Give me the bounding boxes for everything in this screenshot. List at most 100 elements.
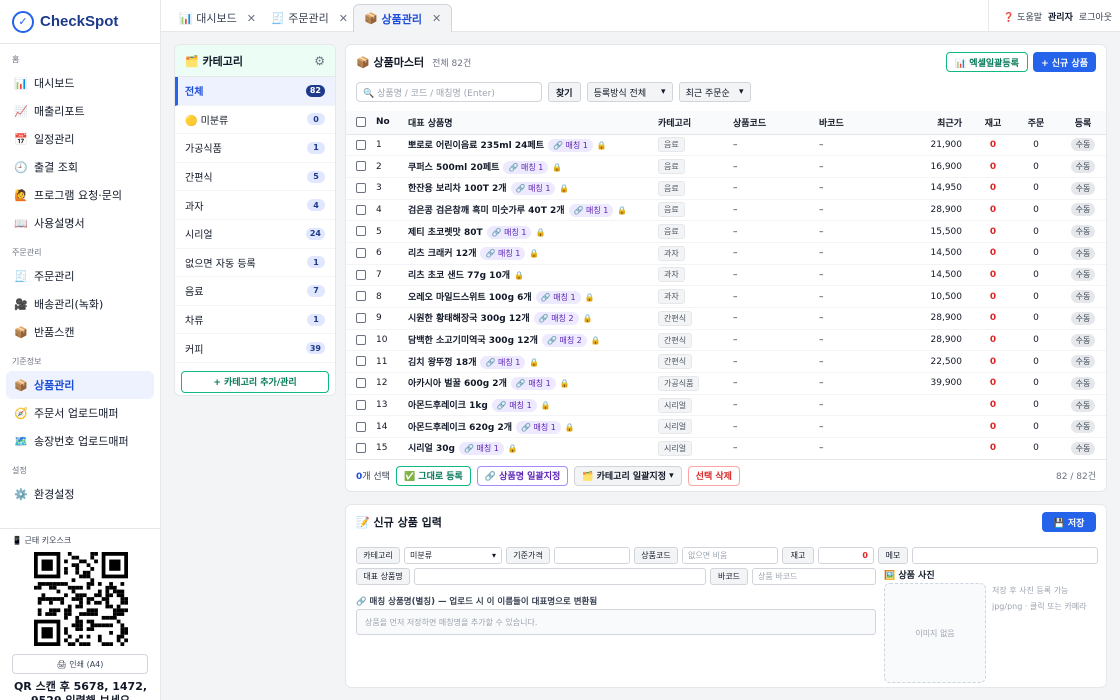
- table-row[interactable]: 12 아카시아 벌꿀 600g 2개 🔗 매칭 1 🔒 가공식품 – –39,900 0 0 수동: [346, 372, 1106, 395]
- row-checkbox[interactable]: [356, 443, 366, 454]
- row-checkbox[interactable]: [356, 313, 366, 324]
- col-order[interactable]: 주문: [1014, 111, 1058, 135]
- sidebar-item[interactable]: 📦 반품스캔: [6, 318, 154, 346]
- match-badge[interactable]: 🔗 매칭 2: [533, 312, 579, 326]
- match-badge[interactable]: 🔗 매칭 1: [535, 290, 581, 304]
- tab-dashboard[interactable]: 📊 대시보드 ✕: [169, 4, 266, 32]
- match-badge[interactable]: 🔗 매칭 1: [568, 203, 614, 217]
- match-badge[interactable]: 🔗 매칭 1: [547, 138, 593, 152]
- sidebar-item[interactable]: 📦 상품관리: [6, 371, 154, 399]
- col-code[interactable]: 상품코드: [733, 111, 819, 135]
- sidebar-item[interactable]: 🗺️ 송장번호 업로드매퍼: [6, 427, 154, 455]
- match-badge[interactable]: 🔗 매칭 1: [516, 420, 561, 434]
- table-row[interactable]: 13 아몬드후레이크 1kg 🔗 매칭 1 🔒 시리얼 – –0 0 수동: [346, 394, 1106, 417]
- product-name[interactable]: 김치 왕뚜껑 18개: [408, 358, 476, 368]
- row-checkbox[interactable]: [356, 269, 366, 280]
- gear-icon[interactable]: ⚙: [314, 54, 325, 68]
- sidebar-item[interactable]: 🕘 출결 조회: [6, 153, 154, 181]
- category-item[interactable]: 없으면 자동 등록 1: [175, 249, 335, 278]
- product-name[interactable]: 한잔용 보리차 100T 2개: [408, 184, 507, 194]
- table-row[interactable]: 15 시리얼 30g 🔗 매칭 1 🔒 시리얼 – –0 0 수동: [346, 437, 1106, 460]
- row-checkbox[interactable]: [356, 378, 366, 389]
- delete-selected-button[interactable]: 선택 삭제: [687, 465, 740, 486]
- table-row[interactable]: 1 뽀로로 어린이음료 235ml 24페트 🔗 매칭 1 🔒 음료 – –21,900 0 0…: [346, 134, 1106, 157]
- category-item[interactable]: 커피 39: [175, 334, 335, 363]
- photo-upload-box[interactable]: 이미지 없음: [884, 583, 986, 683]
- row-checkbox[interactable]: [356, 161, 366, 172]
- bulk-name-button[interactable]: 🔗 상품명 일괄지정: [476, 465, 569, 486]
- row-checkbox[interactable]: [356, 334, 366, 345]
- product-name[interactable]: 제티 초코렛맛 80T: [408, 228, 483, 238]
- search-input[interactable]: 🔍 상품명 / 코드 / 매칭명 (Enter): [356, 82, 542, 102]
- product-name[interactable]: 리츠 초코 샌드 77g 10개: [408, 271, 510, 281]
- product-name[interactable]: 아몬드후레이크 1kg: [408, 401, 488, 411]
- logout-link[interactable]: 로그아웃: [1079, 10, 1112, 23]
- row-checkbox[interactable]: [356, 204, 366, 215]
- row-checkbox[interactable]: [356, 421, 366, 432]
- sidebar-item[interactable]: 📈 매출리포트: [6, 97, 154, 125]
- alias-input-area[interactable]: 상품을 먼저 저장하면 매칭명을 추가할 수 있습니다.: [356, 609, 876, 635]
- sidebar-item[interactable]: 🧾 주문관리: [6, 262, 154, 290]
- col-barcode[interactable]: 바코드: [819, 111, 905, 135]
- table-row[interactable]: 9 시원한 황태해장국 300g 12개 🔗 매칭 2 🔒 간편식 – –28,900 0 0 수…: [346, 307, 1106, 330]
- table-row[interactable]: 11 김치 왕뚜껑 18개 🔗 매칭 1 🔒 간편식 – –22,500 0 0 수동: [346, 350, 1106, 374]
- table-row[interactable]: 6 리츠 크래커 12개 🔗 매칭 1 🔒 과자 – –14,500 0 0 수동: [346, 242, 1106, 265]
- sidebar-item[interactable]: ⚙️ 환경설정: [6, 480, 154, 508]
- match-badge[interactable]: 🔗 매칭 1: [486, 225, 532, 239]
- bulk-category-select[interactable]: 🗂️ 카테고리 일괄지정 ▾: [574, 465, 682, 486]
- row-checkbox[interactable]: [356, 182, 366, 193]
- col-no[interactable]: No: [376, 111, 408, 135]
- match-badge[interactable]: 🔗 매칭 1: [458, 442, 504, 456]
- product-name[interactable]: 오레오 마일드스위트 100g 6개: [408, 293, 532, 303]
- match-badge[interactable]: 🔗 매칭 1: [503, 160, 549, 174]
- category-item[interactable]: 가공식품 1: [175, 134, 335, 163]
- sidebar-item[interactable]: 🎥 배송관리(녹화): [6, 290, 154, 318]
- barcode-input[interactable]: 상품 바코드: [752, 568, 876, 585]
- row-checkbox[interactable]: [356, 291, 366, 302]
- col-price[interactable]: 최근가: [905, 111, 972, 135]
- col-stock[interactable]: 재고: [972, 111, 1014, 135]
- excel-upload-button[interactable]: 📊 엑셀일괄등록: [945, 52, 1028, 72]
- table-row[interactable]: 2 쿠퍼스 500ml 20페트 🔗 매칭 1 🔒 음료 – –16,900 0 0 수동: [346, 155, 1106, 178]
- register-type-select[interactable]: 등록방식 전체 ▾: [586, 82, 673, 102]
- table-row[interactable]: 8 오레오 마일드스위트 100g 6개 🔗 매칭 1 🔒 과자 – –10,500 0 0 수동: [346, 285, 1106, 308]
- match-badge[interactable]: 🔗 매칭 1: [510, 377, 556, 391]
- sort-select[interactable]: 최근 주문순 ▾: [678, 82, 751, 102]
- sidebar-item[interactable]: 🙋 프로그램 요청·문의: [6, 181, 154, 209]
- table-row[interactable]: 3 한잔용 보리차 100T 2개 🔗 매칭 1 🔒 음료 – –14,950 0 0 수동: [346, 177, 1106, 200]
- product-name[interactable]: 리츠 크래커 12개: [408, 249, 476, 259]
- row-checkbox[interactable]: [356, 248, 366, 259]
- close-icon[interactable]: ✕: [432, 12, 441, 25]
- category-item[interactable]: 전체 82: [175, 77, 335, 106]
- sidebar-item[interactable]: 📖 사용설명서: [6, 209, 154, 237]
- stock-input[interactable]: 0: [818, 547, 874, 564]
- product-name[interactable]: 검은콩 검은참깨 흑미 미숫가루 40T 2개: [408, 206, 565, 216]
- category-item[interactable]: 간편식 5: [175, 163, 335, 192]
- table-row[interactable]: 14 아몬드후레이크 620g 2개 🔗 매칭 1 🔒 시리얼 – – 0 0 수동: [346, 415, 1106, 439]
- table-row[interactable]: 7 리츠 초코 샌드 77g 10개 🔒 과자 – –14,500 0 0 수동: [346, 264, 1106, 287]
- save-button[interactable]: 💾 저장: [1042, 512, 1096, 532]
- match-badge[interactable]: 🔗 매칭 2: [541, 334, 587, 348]
- match-badge[interactable]: 🔗 매칭 1: [480, 247, 526, 261]
- product-name[interactable]: 뽀로로 어린이음료 235ml 24페트: [408, 141, 544, 151]
- logo[interactable]: ✓ CheckSpot: [0, 0, 160, 44]
- category-item[interactable]: 음료 7: [175, 277, 335, 306]
- main-name-input[interactable]: [414, 568, 706, 585]
- row-checkbox[interactable]: [356, 399, 366, 410]
- print-button[interactable]: 🖨 인쇄 (A4): [12, 654, 148, 674]
- new-product-button[interactable]: + 신규 상품: [1033, 52, 1096, 72]
- category-item[interactable]: 시리얼 24: [175, 220, 335, 249]
- select-all-checkbox[interactable]: [356, 117, 366, 127]
- product-name[interactable]: 아카시아 벌꿀 600g 2개: [408, 379, 507, 389]
- col-category[interactable]: 카테고리: [658, 111, 733, 135]
- sidebar-item[interactable]: 📊 대시보드: [6, 69, 154, 97]
- register-as-is-button[interactable]: ✅ 그대로 등록: [395, 465, 471, 486]
- add-category-button[interactable]: + 카테고리 추가/관리: [181, 370, 329, 393]
- match-badge[interactable]: 🔗 매칭 1: [480, 355, 526, 369]
- product-name[interactable]: 시원한 황태해장국 300g 12개: [408, 314, 530, 324]
- row-checkbox[interactable]: [356, 139, 366, 150]
- match-badge[interactable]: 🔗 매칭 1: [510, 182, 556, 196]
- tab-orders[interactable]: 🧾 주문관리 ✕: [261, 4, 358, 32]
- product-name[interactable]: 쿠퍼스 500ml 20페트: [408, 163, 499, 173]
- sidebar-item[interactable]: 🧭 주문서 업로드매퍼: [6, 399, 154, 427]
